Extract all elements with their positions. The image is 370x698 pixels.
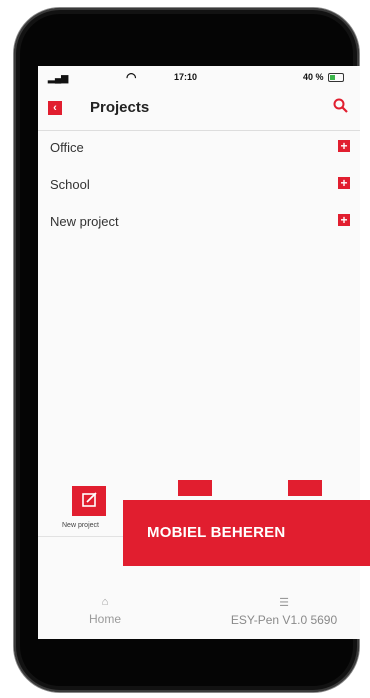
back-button[interactable]: ‹ — [48, 101, 62, 115]
banner-text: MOBIEL BEHEREN — [147, 524, 286, 541]
add-to-project-button[interactable]: + — [338, 140, 350, 152]
tab-home-label: Home — [88, 612, 121, 626]
toolbar-button-2[interactable] — [178, 480, 212, 496]
promo-banner: MOBIEL BEHEREN — [123, 500, 370, 566]
project-list: Office + School + New project + — [38, 130, 360, 241]
edit-icon — [82, 492, 97, 507]
project-item-new-project[interactable]: New project + — [38, 204, 360, 241]
add-to-project-button[interactable]: + — [338, 214, 350, 226]
plus-icon: + — [340, 176, 348, 190]
project-label: Office — [50, 140, 84, 155]
search-button[interactable] — [332, 97, 350, 115]
status-time: 17:10 — [174, 72, 198, 82]
sliders-icon: ☰ — [279, 597, 289, 609]
new-project-label: New project — [62, 522, 99, 529]
project-item-office[interactable]: Office + — [38, 130, 360, 167]
tab-bar: ⌂ Home ☰ ESY-Pen V1.0 5690 — [38, 586, 360, 639]
page-title: Projects — [90, 99, 150, 116]
plus-icon: + — [340, 139, 348, 153]
project-label: School — [50, 177, 90, 192]
search-icon — [333, 98, 348, 113]
status-bar: ▂▄▆ ◠ 17:10 40 % — [38, 66, 360, 88]
plus-icon: + — [340, 213, 348, 227]
tab-device-settings[interactable]: ☰ ESY-Pen V1.0 5690 — [214, 596, 354, 627]
project-label: New project — [50, 214, 119, 229]
tab-device-label: ESY-Pen V1.0 5690 — [230, 613, 338, 627]
toolbar-button-3[interactable] — [288, 480, 322, 496]
battery-percent: 40 % — [302, 72, 324, 82]
battery-icon — [328, 73, 344, 83]
project-item-school[interactable]: School + — [38, 167, 360, 204]
signal-icon: ▂▄▆ — [48, 73, 69, 83]
new-project-button[interactable] — [72, 486, 106, 516]
battery-status: 40 % — [302, 72, 344, 83]
wifi-icon: ◠ — [126, 70, 137, 84]
add-to-project-button[interactable]: + — [338, 177, 350, 189]
chevron-left-icon: ‹ — [53, 102, 57, 114]
home-icon: ⌂ — [101, 596, 109, 608]
app-header: ‹ Projects — [38, 88, 360, 131]
tab-home[interactable]: ⌂ Home — [80, 596, 130, 626]
